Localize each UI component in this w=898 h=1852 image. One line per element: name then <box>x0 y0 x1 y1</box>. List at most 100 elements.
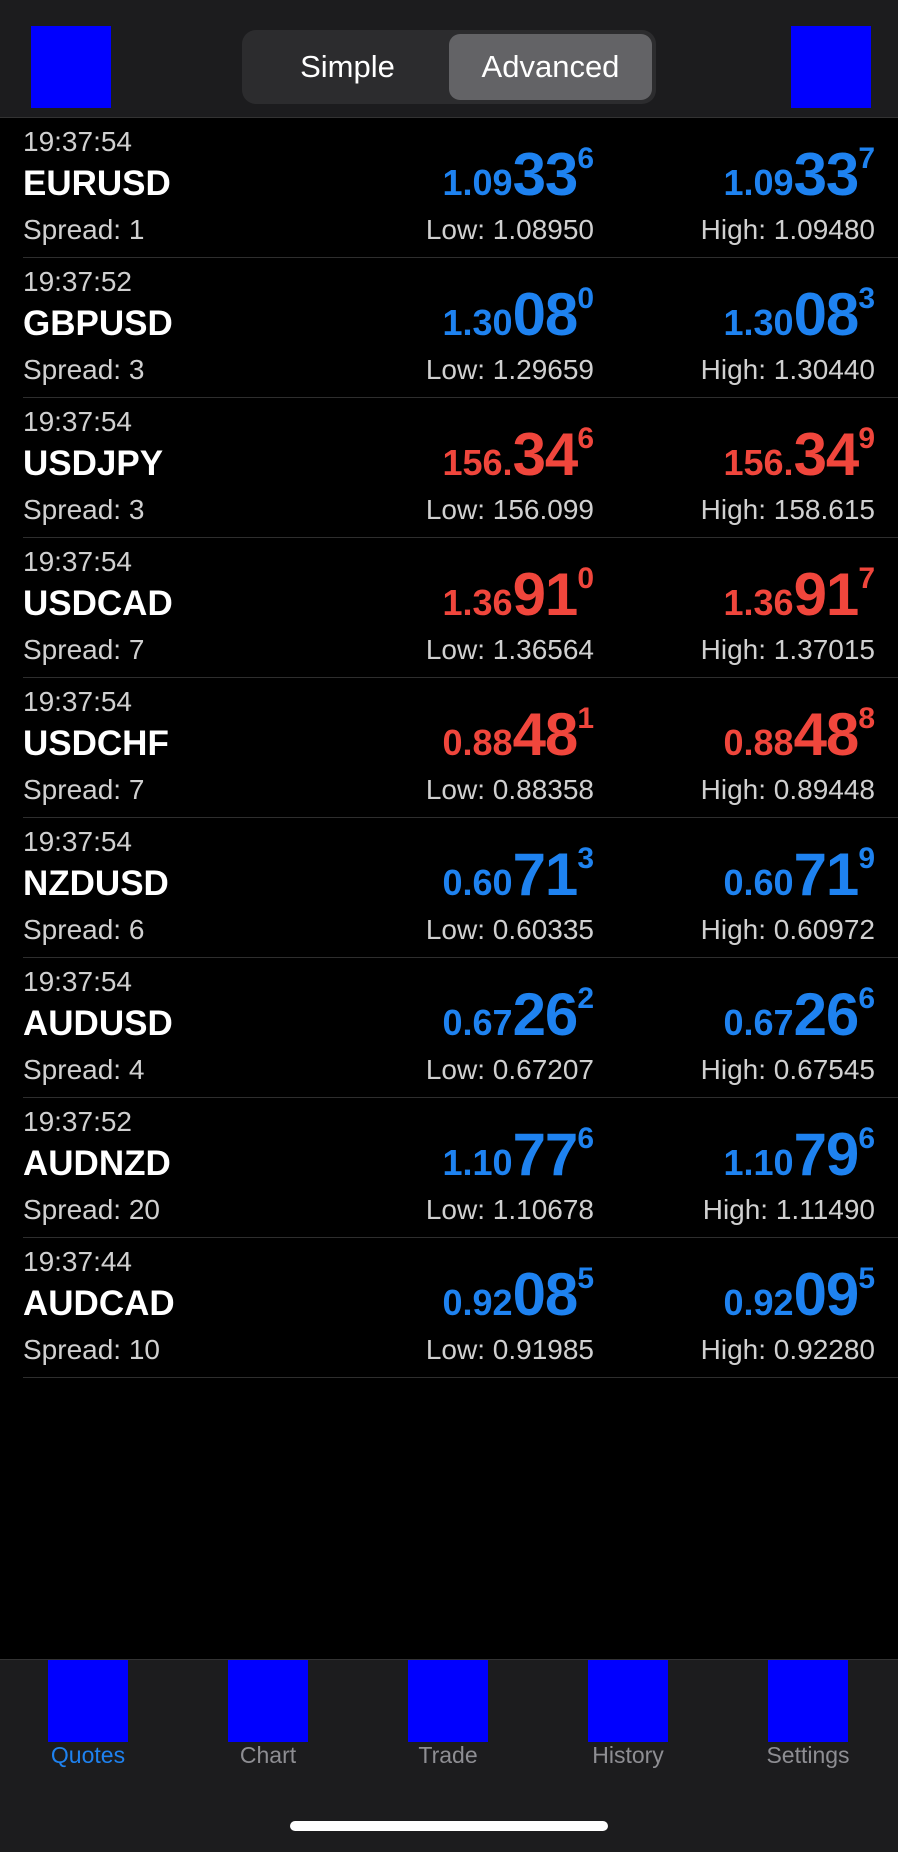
ask-price-big: 34 <box>793 421 860 488</box>
ask-price-pre: 0.67 <box>723 1002 794 1043</box>
quote-time: 19:37:54 <box>23 966 132 997</box>
quote-time: 19:37:54 <box>23 126 132 157</box>
trade-icon <box>408 1660 488 1742</box>
ask-price-big: 08 <box>793 281 860 348</box>
quote-row[interactable]: 19:37:52 AUDNZD Spread: 20 1.10776 1.10796 Lo… <box>23 1098 898 1238</box>
quote-row[interactable]: 19:37:54 AUDUSD Spread: 4 0.67262 0.67266 Low… <box>23 958 898 1098</box>
bid-price: 0.67262 <box>442 980 594 1050</box>
quote-low: Low: 0.88358 <box>425 774 594 805</box>
quote-row[interactable]: 19:37:54 USDJPY Spread: 3 156.346 156.349 Low… <box>23 398 898 538</box>
quote-row[interactable]: 19:37:54 USDCAD Spread: 7 1.36910 1.36917 Low… <box>23 538 898 678</box>
quote-spread: Spread: 7 <box>23 774 145 805</box>
bid-price-sup: 5 <box>577 1262 594 1295</box>
ask-price-pre: 156. <box>723 442 794 483</box>
quote-low: Low: 0.91985 <box>425 1334 594 1365</box>
ask-price-sup: 3 <box>858 282 875 315</box>
top-bar: Simple Advanced <box>0 0 898 118</box>
quote-spread: Spread: 1 <box>23 214 145 245</box>
ask-price: 0.92095 <box>723 1260 875 1330</box>
quote-row[interactable]: 19:37:54 NZDUSD Spread: 6 0.60713 0.60719 Low… <box>23 818 898 958</box>
segment-advanced[interactable]: Advanced <box>449 34 652 100</box>
bid-price-big: 08 <box>512 1261 579 1328</box>
square-icon[interactable] <box>791 26 871 108</box>
quote-symbol: NZDUSD <box>23 864 169 903</box>
ask-price-pre: 0.92 <box>723 1282 794 1323</box>
bid-price-pre: 0.92 <box>442 1282 513 1323</box>
quotes-icon <box>48 1660 128 1742</box>
tab-history[interactable]: History <box>543 1660 713 1790</box>
quote-high: High: 1.37015 <box>700 634 875 665</box>
quote-row[interactable]: 19:37:52 GBPUSD Spread: 3 1.30080 1.30083 Low… <box>23 258 898 398</box>
bid-price-sup: 6 <box>577 422 594 455</box>
bid-price: 0.92085 <box>442 1260 594 1330</box>
bid-price-sup: 6 <box>577 142 594 175</box>
square-icon[interactable] <box>31 26 111 108</box>
quote-row[interactable]: 19:37:54 USDCHF Spread: 7 0.88481 0.88488 Low… <box>23 678 898 818</box>
ask-price: 0.88488 <box>723 700 875 770</box>
bid-price: 1.09336 <box>442 140 594 210</box>
bid-price-pre: 1.09 <box>442 162 513 203</box>
bid-price-pre: 1.30 <box>442 302 513 343</box>
ask-price: 1.10796 <box>723 1120 875 1190</box>
quote-symbol: AUDCAD <box>23 1284 175 1323</box>
tab-label: Settings <box>766 1742 850 1768</box>
quote-high: High: 158.615 <box>700 494 875 525</box>
quotes-list: 19:37:54 EURUSD Spread: 1 1.09336 1.09337 Low… <box>0 118 898 1378</box>
bid-price-sup: 0 <box>577 562 594 595</box>
quote-symbol: USDJPY <box>23 444 164 483</box>
tab-chart[interactable]: Chart <box>183 1660 353 1790</box>
bid-price-big: 91 <box>512 561 579 628</box>
tab-label: Chart <box>239 1742 297 1768</box>
bid-price-big: 77 <box>512 1121 579 1188</box>
ask-price-sup: 7 <box>858 142 875 175</box>
quote-low: Low: 0.60335 <box>425 914 594 945</box>
ask-price-big: 79 <box>793 1121 860 1188</box>
quote-time: 19:37:52 <box>23 1106 132 1137</box>
bid-price-sup: 6 <box>577 1122 594 1155</box>
quote-time: 19:37:44 <box>23 1246 132 1277</box>
bid-price: 156.346 <box>442 420 594 490</box>
bid-price-big: 26 <box>512 981 579 1048</box>
ask-price-pre: 1.09 <box>723 162 794 203</box>
segment-simple[interactable]: Simple <box>246 34 449 100</box>
tab-settings[interactable]: Settings <box>723 1660 893 1790</box>
quote-symbol: EURUSD <box>23 164 171 203</box>
ask-price-sup: 6 <box>858 1122 875 1155</box>
ask-price-big: 48 <box>793 701 860 768</box>
quote-row[interactable]: 19:37:54 EURUSD Spread: 1 1.09336 1.09337 Low… <box>23 118 898 258</box>
ask-price-sup: 9 <box>858 842 875 875</box>
quote-time: 19:37:52 <box>23 266 132 297</box>
ask-price-sup: 8 <box>858 702 875 735</box>
bid-price: 1.10776 <box>442 1120 594 1190</box>
quote-high: High: 0.92280 <box>700 1334 875 1365</box>
home-indicator <box>290 1821 608 1831</box>
quote-symbol: USDCAD <box>23 584 173 623</box>
ask-price: 156.349 <box>723 420 875 490</box>
ask-price-sup: 9 <box>858 422 875 455</box>
quote-time: 19:37:54 <box>23 546 132 577</box>
bid-price-pre: 0.60 <box>442 862 513 903</box>
ask-price: 0.60719 <box>723 840 875 910</box>
ask-price-big: 26 <box>793 981 860 1048</box>
bid-price-pre: 1.36 <box>442 582 513 623</box>
tab-quotes[interactable]: Quotes <box>3 1660 173 1790</box>
quote-time: 19:37:54 <box>23 826 132 857</box>
bid-price-pre: 0.88 <box>442 722 513 763</box>
quote-symbol: AUDUSD <box>23 1004 173 1043</box>
quote-symbol: AUDNZD <box>23 1144 171 1183</box>
bid-price-pre: 156. <box>442 442 513 483</box>
settings-icon <box>768 1660 848 1742</box>
view-mode-segmented-control: Simple Advanced <box>242 30 656 104</box>
ask-price-big: 09 <box>793 1261 860 1328</box>
quote-row[interactable]: 19:37:44 AUDCAD Spread: 10 0.92085 0.92095 Lo… <box>23 1238 898 1378</box>
bid-price-pre: 0.67 <box>442 1002 513 1043</box>
tab-trade[interactable]: Trade <box>363 1660 533 1790</box>
quote-high: High: 0.67545 <box>700 1054 875 1085</box>
bid-price: 1.36910 <box>442 560 594 630</box>
quote-high: High: 0.60972 <box>700 914 875 945</box>
quote-spread: Spread: 20 <box>23 1194 160 1225</box>
bid-price-big: 08 <box>512 281 579 348</box>
bid-price-sup: 3 <box>577 842 594 875</box>
quote-spread: Spread: 3 <box>23 354 145 385</box>
quote-spread: Spread: 7 <box>23 634 145 665</box>
